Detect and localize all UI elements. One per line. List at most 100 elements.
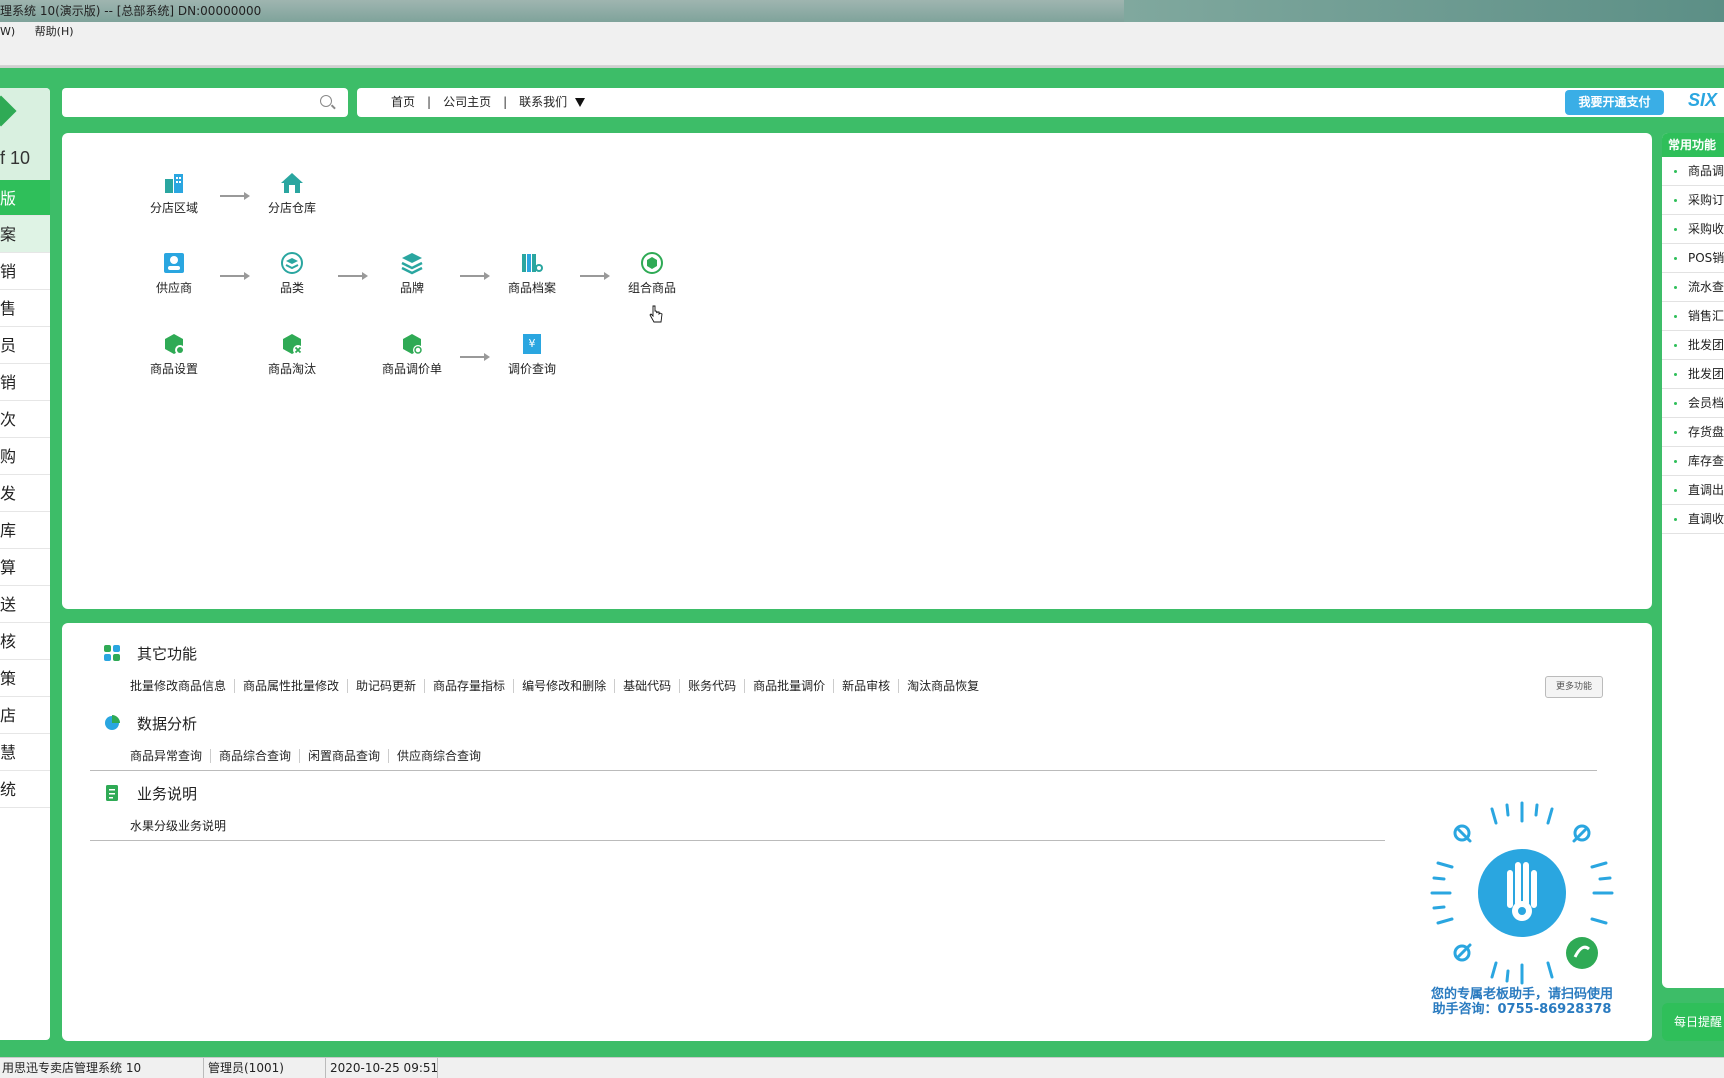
section-other-header: 其它功能 bbox=[104, 643, 197, 664]
common-item-label: 销售汇 bbox=[1688, 309, 1724, 323]
bullet-icon bbox=[1674, 489, 1677, 492]
flow-item-branch-area[interactable]: 分店区域 bbox=[129, 171, 219, 216]
flow-label: 分店区域 bbox=[149, 201, 198, 215]
flow-label: 商品淘汰 bbox=[267, 362, 316, 376]
common-item[interactable]: 直调收 bbox=[1662, 505, 1724, 534]
link-code-edit-delete[interactable]: 编号修改和删除 bbox=[513, 679, 614, 693]
common-item[interactable]: 批发团 bbox=[1662, 331, 1724, 360]
common-item-label: 批发团 bbox=[1688, 367, 1724, 381]
flow-item-branch-warehouse[interactable]: 分店仓库 bbox=[247, 171, 337, 216]
top-nav: 首页 | 公司主页 | 联系我们 bbox=[357, 88, 1724, 117]
link-stock-indicator[interactable]: 商品存量指标 bbox=[424, 679, 513, 693]
flow-item-supplier[interactable]: 供应商 bbox=[129, 251, 219, 296]
menu-item-help[interactable]: 帮助(H) bbox=[35, 25, 74, 38]
pie-chart-icon bbox=[105, 715, 120, 730]
link-idle-product-query[interactable]: 闲置商品查询 bbox=[299, 749, 388, 763]
sidebar-item-5[interactable]: 员 bbox=[0, 327, 50, 364]
box-price-icon bbox=[403, 334, 423, 355]
nav-contact-link[interactable]: 联系我们 bbox=[519, 95, 567, 109]
common-item[interactable]: 库存查 bbox=[1662, 447, 1724, 476]
link-batch-price[interactable]: 商品批量调价 bbox=[744, 679, 833, 693]
flow-item-price-query[interactable]: ¥ 调价查询 bbox=[487, 332, 577, 377]
link-attr-batch-edit[interactable]: 商品属性批量修改 bbox=[234, 679, 347, 693]
flow-item-category[interactable]: 品类 bbox=[247, 251, 337, 296]
sidebar-item-13[interactable]: 核 bbox=[0, 623, 50, 660]
menu-item-window[interactable]: W) bbox=[0, 25, 15, 38]
link-base-code[interactable]: 基础代码 bbox=[614, 679, 679, 693]
qr-caption-line2: 助手咨询：0755-86928378 bbox=[1432, 1002, 1612, 1017]
common-item[interactable]: 批发团 bbox=[1662, 360, 1724, 389]
chevron-down-icon[interactable] bbox=[575, 98, 586, 107]
nav-company-link[interactable]: 公司主页 bbox=[443, 95, 491, 109]
common-item-label: 商品调 bbox=[1688, 164, 1724, 178]
layers-icon bbox=[401, 253, 423, 275]
search-input[interactable] bbox=[70, 92, 300, 112]
flow-arrow bbox=[460, 272, 490, 280]
sidebar-item-2[interactable]: 案 bbox=[0, 216, 50, 253]
sidebar-item-11[interactable]: 算 bbox=[0, 549, 50, 586]
flow-item-product-file[interactable]: 商品档案 bbox=[487, 251, 577, 296]
link-new-review[interactable]: 新品审核 bbox=[833, 679, 898, 693]
sidebar-item-16[interactable]: 慧 bbox=[0, 734, 50, 771]
combo-box-icon bbox=[641, 252, 663, 274]
sidebar-item-10[interactable]: 库 bbox=[0, 512, 50, 549]
nav-home-link[interactable]: 首页 bbox=[391, 95, 415, 109]
sidebar-item-3[interactable]: 销 bbox=[0, 253, 50, 290]
daily-reminder-button[interactable]: 每日提醒 bbox=[1662, 1003, 1724, 1041]
sidebar-item-15[interactable]: 店 bbox=[0, 697, 50, 734]
section-title: 其它功能 bbox=[137, 645, 198, 663]
divider bbox=[0, 66, 1724, 68]
more-functions-button[interactable]: 更多功能 bbox=[1545, 676, 1603, 698]
common-item[interactable]: 流水查 bbox=[1662, 273, 1724, 302]
flow-arrow bbox=[580, 272, 610, 280]
flow-arrow bbox=[460, 353, 490, 361]
sidebar-item-8[interactable]: 购 bbox=[0, 438, 50, 475]
divider bbox=[90, 840, 1385, 841]
link-eliminated-restore[interactable]: 淘汰商品恢复 bbox=[898, 679, 987, 693]
link-account-code[interactable]: 账务代码 bbox=[679, 679, 744, 693]
analysis-links: 商品异常查询 商品综合查询 闲置商品查询 供应商综合查询 bbox=[122, 749, 489, 763]
common-functions-panel: 常用功能 商品调 采购订 采购收 POS销售 流水查 销售汇 批发团 批发团 会… bbox=[1662, 133, 1724, 988]
common-item-label: 批发团 bbox=[1688, 338, 1724, 352]
flow-panel: 分店区域 分店仓库 供应商 品类 品牌 商品档案 组合商品 商品设置 商品淘汰 … bbox=[62, 133, 1652, 609]
common-item[interactable]: 商品调 bbox=[1662, 157, 1724, 186]
sidebar-item-1[interactable]: 版 bbox=[0, 180, 50, 216]
sidebar-item-9[interactable]: 发 bbox=[0, 475, 50, 512]
bullet-icon bbox=[1674, 315, 1677, 318]
common-item[interactable]: 采购订 bbox=[1662, 186, 1724, 215]
link-product-overall-query[interactable]: 商品综合查询 bbox=[210, 749, 299, 763]
flow-label: 调价查询 bbox=[507, 362, 556, 376]
flow-label: 商品设置 bbox=[149, 362, 198, 376]
common-item[interactable]: 采购收 bbox=[1662, 215, 1724, 244]
open-payment-button[interactable]: 我要开通支付 bbox=[1565, 90, 1664, 115]
flow-item-price-adjust-order[interactable]: 商品调价单 bbox=[367, 332, 457, 377]
common-item-label: POS销售 bbox=[1688, 251, 1724, 265]
common-item[interactable]: 存货盘 bbox=[1662, 418, 1724, 447]
link-exception-query[interactable]: 商品异常查询 bbox=[122, 749, 210, 763]
flow-item-brand[interactable]: 品牌 bbox=[367, 251, 457, 296]
window-titlebar: 理系统 10(演示版) -- [总部系统] DN:00000000 bbox=[0, 0, 1724, 22]
sidebar-item-17[interactable]: 统 bbox=[0, 771, 50, 808]
sidebar-item-7[interactable]: 次 bbox=[0, 401, 50, 438]
search-box[interactable] bbox=[62, 88, 348, 117]
link-mnemonic-update[interactable]: 助记码更新 bbox=[347, 679, 424, 693]
link-supplier-overall-query[interactable]: 供应商综合查询 bbox=[388, 749, 489, 763]
sidebar-item-4[interactable]: 售 bbox=[0, 290, 50, 327]
sidebar-logo: f 10 bbox=[0, 88, 50, 180]
sidebar-item-6[interactable]: 销 bbox=[0, 364, 50, 401]
bullet-icon bbox=[1674, 228, 1677, 231]
sidebar-item-14[interactable]: 策 bbox=[0, 660, 50, 697]
sidebar-item-12[interactable]: 送 bbox=[0, 586, 50, 623]
common-item[interactable]: POS销售 bbox=[1662, 244, 1724, 273]
link-fruit-grading[interactable]: 水果分级业务说明 bbox=[122, 819, 234, 833]
search-icon[interactable] bbox=[320, 95, 332, 107]
common-item[interactable]: 会员档 bbox=[1662, 389, 1724, 418]
flow-item-combo-product[interactable]: 组合商品 bbox=[607, 251, 697, 296]
link-batch-edit-info[interactable]: 批量修改商品信息 bbox=[122, 679, 234, 693]
common-item[interactable]: 直调出 bbox=[1662, 476, 1724, 505]
mini-program-qr-code bbox=[1430, 801, 1614, 985]
common-item[interactable]: 销售汇 bbox=[1662, 302, 1724, 331]
flow-item-product-eliminate[interactable]: 商品淘汰 bbox=[247, 332, 337, 377]
building-icon bbox=[165, 174, 183, 193]
flow-item-product-settings[interactable]: 商品设置 bbox=[129, 332, 219, 377]
